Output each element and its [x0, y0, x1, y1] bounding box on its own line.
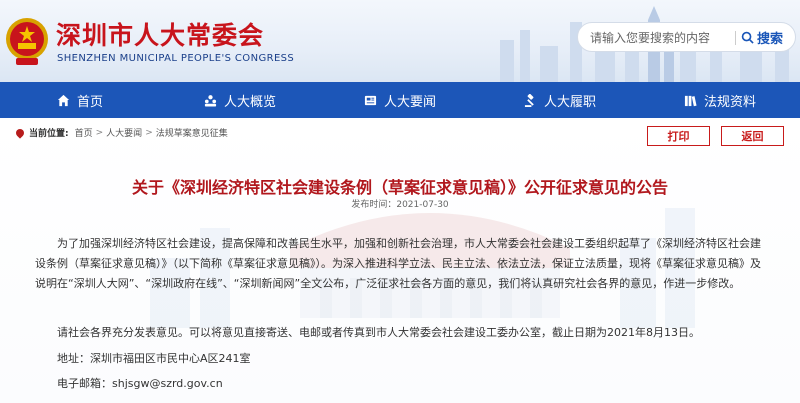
home-icon — [57, 94, 70, 106]
breadcrumb: 当前位置: 首页 > 人大要闻 > 法规草案意见征集 — [14, 126, 228, 139]
location-pin-icon — [14, 126, 26, 139]
people-icon — [204, 94, 217, 107]
nav-item-label: 人大概览 — [223, 94, 276, 110]
contact-email: 电子邮箱：shjsgw@szrd.gov.cn — [57, 377, 223, 390]
print-button[interactable]: 打印 — [647, 126, 710, 146]
nav-item-label: 人大要闻 — [383, 94, 436, 110]
books-icon — [684, 95, 697, 106]
nav-item-label: 首页 — [76, 94, 103, 110]
publish-date: 发布时间：2021-07-30 — [351, 200, 449, 210]
gavel-icon — [524, 93, 534, 107]
background-building-watermark — [150, 208, 695, 328]
breadcrumb-separator: > — [145, 127, 153, 138]
contact-address: 地址：深圳市福田区市民中心A区241室 — [57, 352, 251, 365]
breadcrumb-link-home[interactable]: 首页 — [75, 126, 93, 139]
newspaper-icon — [364, 95, 377, 105]
article-content-area: 当前位置: 首页 > 人大要闻 > 法规草案意见征集 打印 返回 关于《深圳经济… — [0, 118, 800, 403]
article-paragraph: 为了加强深圳经济特区社会建设，提高保障和改善民生水平，加强和创新社会治理，市人大… — [35, 237, 761, 290]
search-input[interactable] — [590, 29, 730, 47]
search-button-label: 搜索 — [757, 31, 784, 47]
search-box: 搜索 — [577, 22, 796, 52]
site-header: 深圳市人大常委会 SHENZHEN MUNICIPAL PEOPLE'S CON… — [0, 0, 800, 82]
site-title: 深圳市人大常委会 — [56, 21, 265, 50]
breadcrumb-label: 当前位置: — [29, 129, 69, 139]
breadcrumb-separator: > — [95, 127, 104, 138]
search-button[interactable]: 搜索 — [741, 27, 783, 47]
nav-item-news[interactable]: 人大要闻 — [320, 82, 480, 118]
nav-item-label: 人大履职 — [543, 94, 596, 110]
search-divider — [735, 31, 736, 45]
nav-item-overview[interactable]: 人大概览 — [160, 82, 320, 118]
article-title: 关于《深圳经济特区社会建设条例（草案征求意见稿）》公开征求意见的公告 — [131, 178, 668, 197]
main-nav: 首页 人大概览 人大要闻 人大履职 法规资料 — [0, 82, 800, 118]
breadcrumb-link-news[interactable]: 人大要闻 — [106, 126, 142, 139]
article-paragraph: 请社会各界充分发表意见。可以将意见直接寄送、电邮或者传真到市人大常委会社会建设工… — [57, 326, 700, 339]
nav-item-home[interactable]: 首页 — [0, 82, 160, 118]
site-subtitle: SHENZHEN MUNICIPAL PEOPLE'S CONGRESS — [57, 53, 295, 64]
search-icon — [741, 31, 754, 44]
nav-item-laws[interactable]: 法规资料 — [640, 82, 800, 118]
national-emblem-icon — [6, 18, 48, 65]
back-button[interactable]: 返回 — [721, 126, 784, 146]
nav-item-label: 法规资料 — [703, 94, 756, 110]
breadcrumb-link-drafts[interactable]: 法规草案意见征集 — [156, 126, 228, 139]
nav-item-duties[interactable]: 人大履职 — [480, 82, 640, 118]
